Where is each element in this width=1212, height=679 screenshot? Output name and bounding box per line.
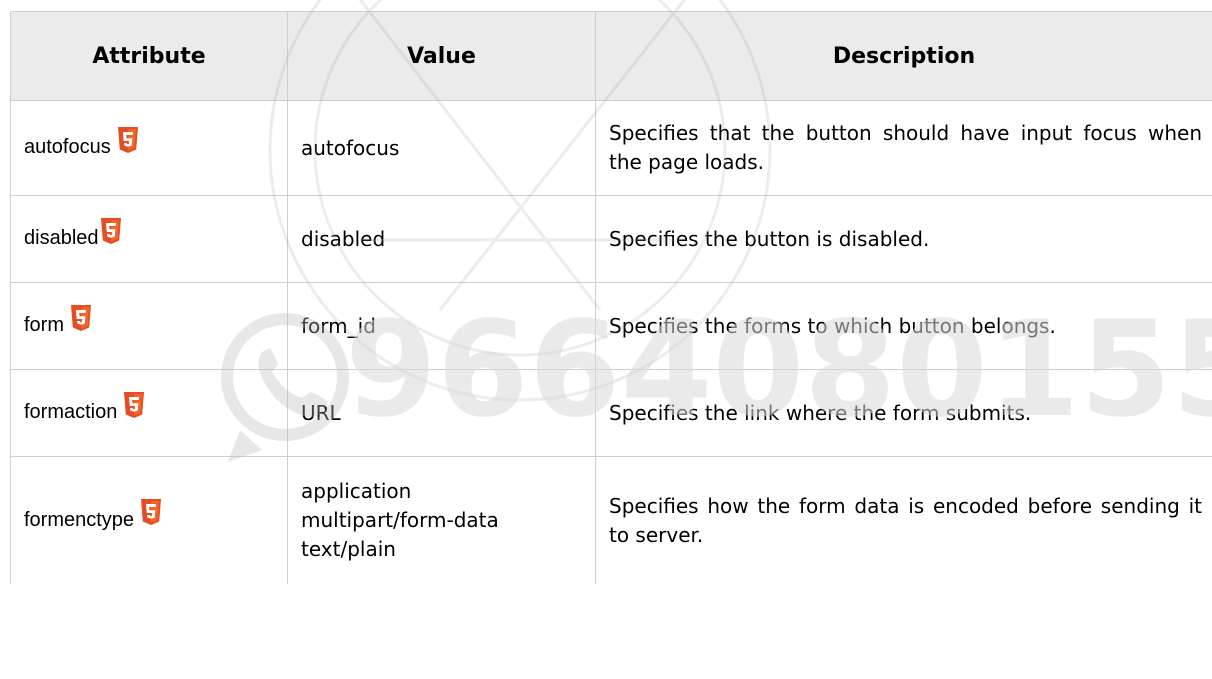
html5-icon [117,126,139,162]
header-value: Value [287,11,596,101]
value-cell: application multipart/form-data text/pla… [287,456,596,584]
value-cell: URL [287,369,596,457]
header-attribute: Attribute [10,11,288,101]
attribute-name: autofocus [24,136,111,159]
attribute-cell: formenctype [10,456,288,584]
attribute-cell: autofocus [10,100,288,196]
description-cell: Specifies the link where the form submit… [595,369,1212,457]
attributes-table: Attribute Value Description autofocus au… [10,11,1212,584]
attribute-name: form [24,314,64,337]
attribute-name: formenctype [24,509,135,532]
table-row: autofocus autofocus Specifies that the b… [10,100,1212,196]
header-description: Description [595,11,1212,101]
html5-icon [100,217,122,253]
description-cell: Specifies that the button should have in… [595,100,1212,196]
value-cell: autofocus [287,100,596,196]
value-text: form_id [301,313,376,338]
table-row: formenctype application multipart/form-d… [10,456,1212,584]
value-text: autofocus [301,135,400,160]
table-row: form form_id Specifies the forms to whic… [10,282,1212,370]
attribute-cell: formaction [10,369,288,457]
value-cell: disabled [287,195,596,283]
value-cell: form_id [287,282,596,370]
value-text: application [301,479,412,503]
value-text: text/plain [301,537,396,561]
description-cell: Specifies the forms to which button belo… [595,282,1212,370]
html5-icon [140,499,162,534]
attribute-cell: form [10,282,288,370]
description-cell: Specifies how the form data is encoded b… [595,456,1212,584]
description-cell: Specifies the button is disabled. [595,195,1212,283]
attribute-name: disabled [24,227,99,250]
table-row: disabled disabled Specifies the button i… [10,195,1212,283]
table-row: formaction URL Specifies the link where … [10,369,1212,457]
attribute-name: formaction [24,401,118,424]
value-text: disabled [301,226,386,251]
attribute-cell: disabled [10,195,288,283]
html5-icon [123,391,145,427]
table-header-row: Attribute Value Description [10,11,1212,101]
value-text: multipart/form-data [301,508,499,532]
value-text: URL [301,400,341,425]
html5-icon [70,304,92,340]
